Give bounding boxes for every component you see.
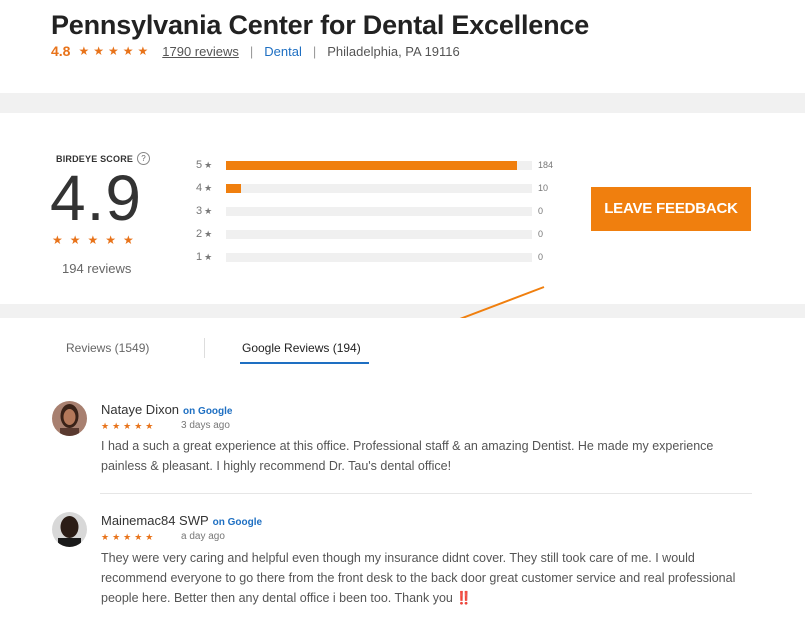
- active-tab-underline: [240, 362, 369, 364]
- rating-bar-track: [226, 183, 532, 193]
- business-category-link[interactable]: Dental: [264, 44, 302, 59]
- star-icon: ★: [204, 183, 213, 193]
- business-rating-stars: ★★★★★: [78, 44, 153, 58]
- business-location: Philadelphia, PA 19116: [327, 43, 460, 59]
- rating-bar-track: [226, 206, 532, 216]
- avatar[interactable]: [52, 401, 87, 436]
- tab-google-reviews[interactable]: Google Reviews (194): [242, 341, 361, 355]
- avatar[interactable]: [52, 512, 87, 547]
- rating-bar-5: 5 ★ 184: [196, 159, 553, 171]
- tab-reviews[interactable]: Reviews (1549): [66, 341, 149, 355]
- rating-bar-label: 2: [196, 228, 203, 240]
- meta-separator: |: [249, 43, 254, 59]
- rating-summary-card: BIRDEYE SCORE ? 4.9 ★★★★★ 194 reviews 5 ★…: [0, 113, 805, 304]
- star-icon: ★: [204, 252, 213, 262]
- reviewer-name: Nataye Dixon: [101, 402, 180, 417]
- rating-bar-track: [226, 229, 532, 239]
- rating-bar-label: 1: [196, 251, 203, 263]
- review-source-label: on Google: [183, 406, 233, 417]
- business-rating: 4.8: [51, 43, 71, 59]
- rating-bar-fill: [226, 183, 242, 193]
- business-header: Pennsylvania Center for Dental Excellenc…: [0, 0, 805, 93]
- rating-bar-count: 184: [538, 160, 554, 170]
- review-text: I had a such a great experience at this …: [101, 439, 714, 473]
- star-icon: ★: [204, 229, 213, 239]
- business-name: Pennsylvania Center for Dental Excellenc…: [51, 10, 590, 40]
- meta-separator: |: [312, 43, 317, 59]
- avatar-photo-icon: [52, 512, 87, 547]
- rating-bar-4: 4 ★ 10: [196, 182, 548, 194]
- leave-feedback-button[interactable]: LEAVE FEEDBACK: [591, 187, 751, 231]
- review-stars: ★★★★★: [101, 532, 157, 542]
- rating-bar-track: [226, 252, 532, 262]
- review-divider: [100, 493, 752, 494]
- rating-bar-1: 1 ★ 0: [196, 251, 543, 263]
- rating-bar-fill: [226, 160, 517, 170]
- rating-bar-label: 3: [196, 205, 203, 217]
- rating-bar-2: 2 ★ 0: [196, 228, 543, 240]
- birdeye-score-value: 4.9: [50, 162, 142, 234]
- rating-bar-track: [226, 160, 532, 170]
- reviewer-name: Mainemac84 SWP: [101, 513, 209, 528]
- star-icon: ★: [204, 206, 213, 216]
- score-review-total: 194 reviews: [62, 261, 132, 276]
- avatar-photo-icon: [52, 401, 87, 436]
- rating-bar-count: 0: [538, 206, 544, 216]
- rating-bar-count: 0: [538, 252, 544, 262]
- score-stars: ★★★★★: [52, 233, 141, 247]
- tab-divider: [204, 338, 205, 358]
- reviews-panel: Reviews (1549) Google Reviews (194) Nata…: [0, 318, 805, 626]
- review-source-label: on Google: [212, 517, 263, 528]
- review-stars: ★★★★★: [101, 421, 157, 431]
- rating-bar-label: 5: [196, 159, 203, 171]
- star-icon: ★: [204, 160, 213, 170]
- business-review-count-link[interactable]: 1790 reviews: [162, 44, 239, 59]
- review-text: They were very caring and helpful even t…: [101, 551, 736, 605]
- rating-bar-label: 4: [196, 182, 203, 194]
- review-timestamp: a day ago: [181, 531, 225, 542]
- business-meta: 4.8 ★★★★★ 1790 reviews | Dental | Philad…: [51, 43, 460, 59]
- rating-bar-count: 0: [538, 229, 544, 239]
- review-timestamp: 3 days ago: [181, 420, 230, 431]
- rating-bar-3: 3 ★ 0: [196, 205, 543, 217]
- rating-bar-count: 10: [538, 183, 549, 193]
